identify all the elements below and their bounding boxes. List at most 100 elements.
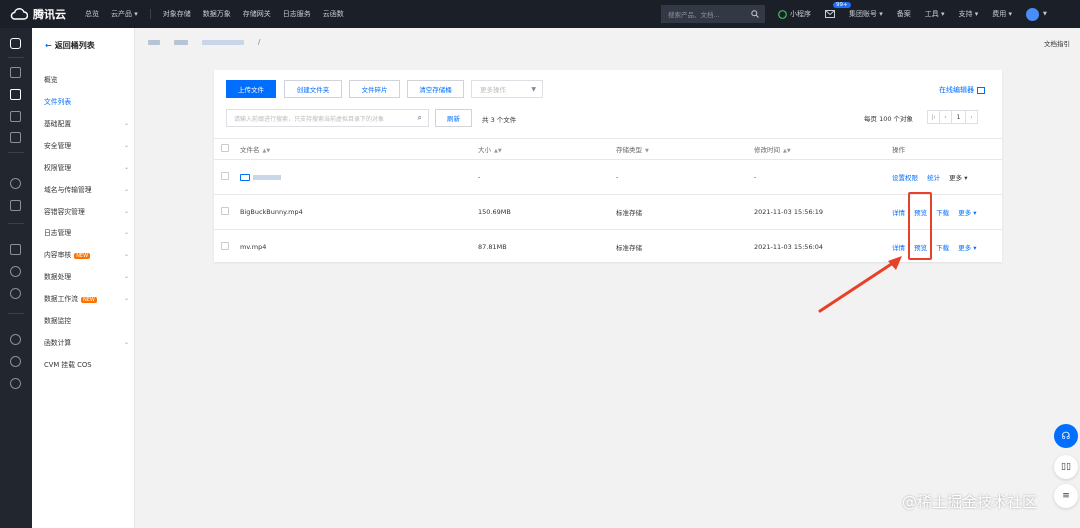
- sort-icon[interactable]: ▲▼: [263, 148, 271, 154]
- folder-name-redacted[interactable]: [253, 174, 281, 180]
- details-link[interactable]: 详情: [892, 209, 905, 217]
- upload-file-button[interactable]: 上传文件: [226, 80, 276, 98]
- sidebar-item-label-wrap: 内容审核 NEW: [44, 249, 91, 259]
- search-icon[interactable]: ⌕: [418, 113, 422, 123]
- more-dropdown[interactable]: 更多 ▾: [958, 209, 976, 217]
- headset-support-icon[interactable]: ☊: [1054, 424, 1078, 448]
- nav-cos[interactable]: 对象存储: [163, 9, 191, 19]
- mini-program-link[interactable]: 小程序: [778, 9, 811, 19]
- nav-storage-gateway[interactable]: 存储网关: [243, 9, 271, 19]
- sidebar-item[interactable]: 容错容灾管理 ⌄: [44, 206, 129, 217]
- calendar-icon[interactable]: [10, 111, 21, 122]
- row-checkbox[interactable]: [221, 172, 229, 180]
- stats-link[interactable]: 统计: [927, 174, 940, 182]
- arrow-left-icon: ←: [45, 41, 52, 50]
- more-dropdown[interactable]: 更多 ▾: [949, 174, 967, 182]
- search-icon[interactable]: [751, 10, 759, 18]
- shield-icon[interactable]: [10, 378, 21, 389]
- sort-icon[interactable]: ▲▼: [783, 148, 791, 154]
- global-search-input[interactable]: 搜索产品、文档...: [661, 5, 765, 23]
- sidebar-item-label: 文件列表: [44, 98, 72, 106]
- more-dropdown[interactable]: 更多 ▾: [958, 244, 976, 252]
- product-icon-rail: [0, 28, 32, 528]
- next-page-button[interactable]: ›: [965, 110, 978, 124]
- breadcrumb-region-redacted[interactable]: [148, 39, 160, 45]
- close-circle-icon[interactable]: [10, 288, 21, 299]
- sidebar-item[interactable]: 内容审核 NEW ⌄: [44, 249, 129, 259]
- download-link[interactable]: 下载: [936, 244, 949, 252]
- details-link[interactable]: 详情: [892, 244, 905, 252]
- nav-ci[interactable]: 数据万象: [203, 9, 231, 19]
- nav-billing[interactable]: 费用 ▾: [992, 9, 1012, 19]
- clear-bucket-button[interactable]: 清空存储桶: [407, 80, 464, 98]
- create-folder-button[interactable]: 创建文件夹: [284, 80, 342, 98]
- filter-icon[interactable]: ▼: [645, 148, 649, 154]
- nav-products[interactable]: 云产品 ▾: [111, 9, 138, 19]
- sidebar-item[interactable]: 文件列表: [44, 96, 129, 106]
- nav-overview[interactable]: 总览: [85, 9, 99, 19]
- table-row[interactable]: - - - 设置权限 统计 更多 ▾: [214, 159, 1002, 195]
- row-checkbox[interactable]: [221, 242, 229, 251]
- user-avatar-menu[interactable]: ▼: [1026, 7, 1047, 21]
- sidebar-item[interactable]: 域名与传输管理 ⌄: [44, 184, 129, 195]
- nav-beian[interactable]: 备案: [897, 9, 911, 19]
- folder-icon: [240, 173, 250, 181]
- checklist-icon[interactable]: [10, 200, 21, 211]
- sidebar-item[interactable]: 日志管理 ⌄: [44, 227, 129, 238]
- column-storage-type: 存储类型: [616, 146, 642, 154]
- security-icon[interactable]: [10, 178, 21, 189]
- online-editor-link[interactable]: 在线编辑器: [939, 85, 985, 95]
- mail-button[interactable]: 99+: [825, 2, 851, 18]
- cos-product-icon[interactable]: [10, 38, 21, 49]
- refresh-button[interactable]: 刷新: [435, 109, 472, 127]
- sidebar-item-label-wrap: 权限管理: [44, 162, 71, 172]
- nav-tools[interactable]: 工具 ▾: [925, 9, 945, 19]
- sidebar-item[interactable]: 数据处理 ⌄: [44, 271, 129, 282]
- page-size-select[interactable]: 每页 100 个对象: [864, 113, 913, 123]
- current-page-input[interactable]: 1: [951, 110, 966, 124]
- cell-filename[interactable]: mv.mp4: [240, 229, 478, 265]
- sidebar-item-label: 数据处理: [44, 273, 72, 281]
- sidebar-item[interactable]: CVM 挂载 COS: [44, 359, 129, 369]
- cell-modified-time: -: [754, 159, 892, 195]
- rail-divider: [8, 152, 24, 153]
- doc-guide-link[interactable]: 文档指引: [1044, 38, 1070, 48]
- grid-apps-icon[interactable]: [10, 244, 21, 255]
- book-icon[interactable]: ▯▯: [1054, 455, 1078, 479]
- nav-log-service[interactable]: 日志服务: [283, 9, 311, 19]
- bucket-list-icon[interactable]: [10, 89, 21, 100]
- back-to-bucket-list-link[interactable]: ← 返回桶列表: [45, 40, 95, 51]
- download-link[interactable]: 下载: [936, 209, 949, 217]
- column-size: 大小: [478, 146, 491, 154]
- block-icon[interactable]: [10, 356, 21, 367]
- nav-scf[interactable]: 云函数: [323, 9, 344, 19]
- row-checkbox[interactable]: [221, 207, 229, 215]
- chevron-down-icon: ⌄: [123, 272, 129, 280]
- set-permission-link[interactable]: 设置权限: [892, 174, 918, 182]
- breadcrumb-bucket-redacted[interactable]: [174, 39, 188, 45]
- tencent-cloud-logo[interactable]: 腾讯云: [0, 6, 85, 22]
- more-operations-dropdown[interactable]: 更多操作 ▼: [471, 80, 543, 98]
- select-all-checkbox[interactable]: [221, 144, 229, 152]
- account-menu[interactable]: 集团账号 ▾: [849, 9, 883, 19]
- sidebar-item[interactable]: 数据工作流 NEW ⌄: [44, 293, 129, 303]
- nav-support[interactable]: 支持 ▾: [959, 9, 979, 19]
- sidebar-item[interactable]: 概览: [44, 74, 129, 84]
- monitor-icon[interactable]: [10, 266, 21, 277]
- breadcrumb-path-redacted[interactable]: [202, 39, 244, 45]
- sidebar-item[interactable]: 基础配置 ⌄: [44, 118, 129, 129]
- sidebar-item[interactable]: 权限管理 ⌄: [44, 162, 129, 173]
- sidebar-item-label-wrap: 基础配置: [44, 118, 71, 128]
- batch-operation-icon[interactable]: [10, 132, 21, 143]
- sidebar-item[interactable]: 安全管理 ⌄: [44, 140, 129, 151]
- sort-icon[interactable]: ▲▼: [494, 148, 502, 154]
- feedback-icon[interactable]: ≡: [1054, 484, 1078, 508]
- dashboard-icon[interactable]: [10, 67, 21, 78]
- table-row[interactable]: BigBuckBunny.mp4 150.69MB 标准存储 2021-11-0…: [214, 194, 1002, 230]
- file-fragments-button[interactable]: 文件碎片: [349, 80, 400, 98]
- globe-icon[interactable]: [10, 334, 21, 345]
- sidebar-item[interactable]: 数据监控: [44, 315, 129, 325]
- cell-filename[interactable]: BigBuckBunny.mp4: [240, 194, 478, 230]
- prefix-search-input[interactable]: 请输入前缀进行搜索，只支持搜索当前虚拟目录下的对象 ⌕: [226, 109, 429, 127]
- sidebar-item[interactable]: 函数计算 ⌄: [44, 337, 129, 348]
